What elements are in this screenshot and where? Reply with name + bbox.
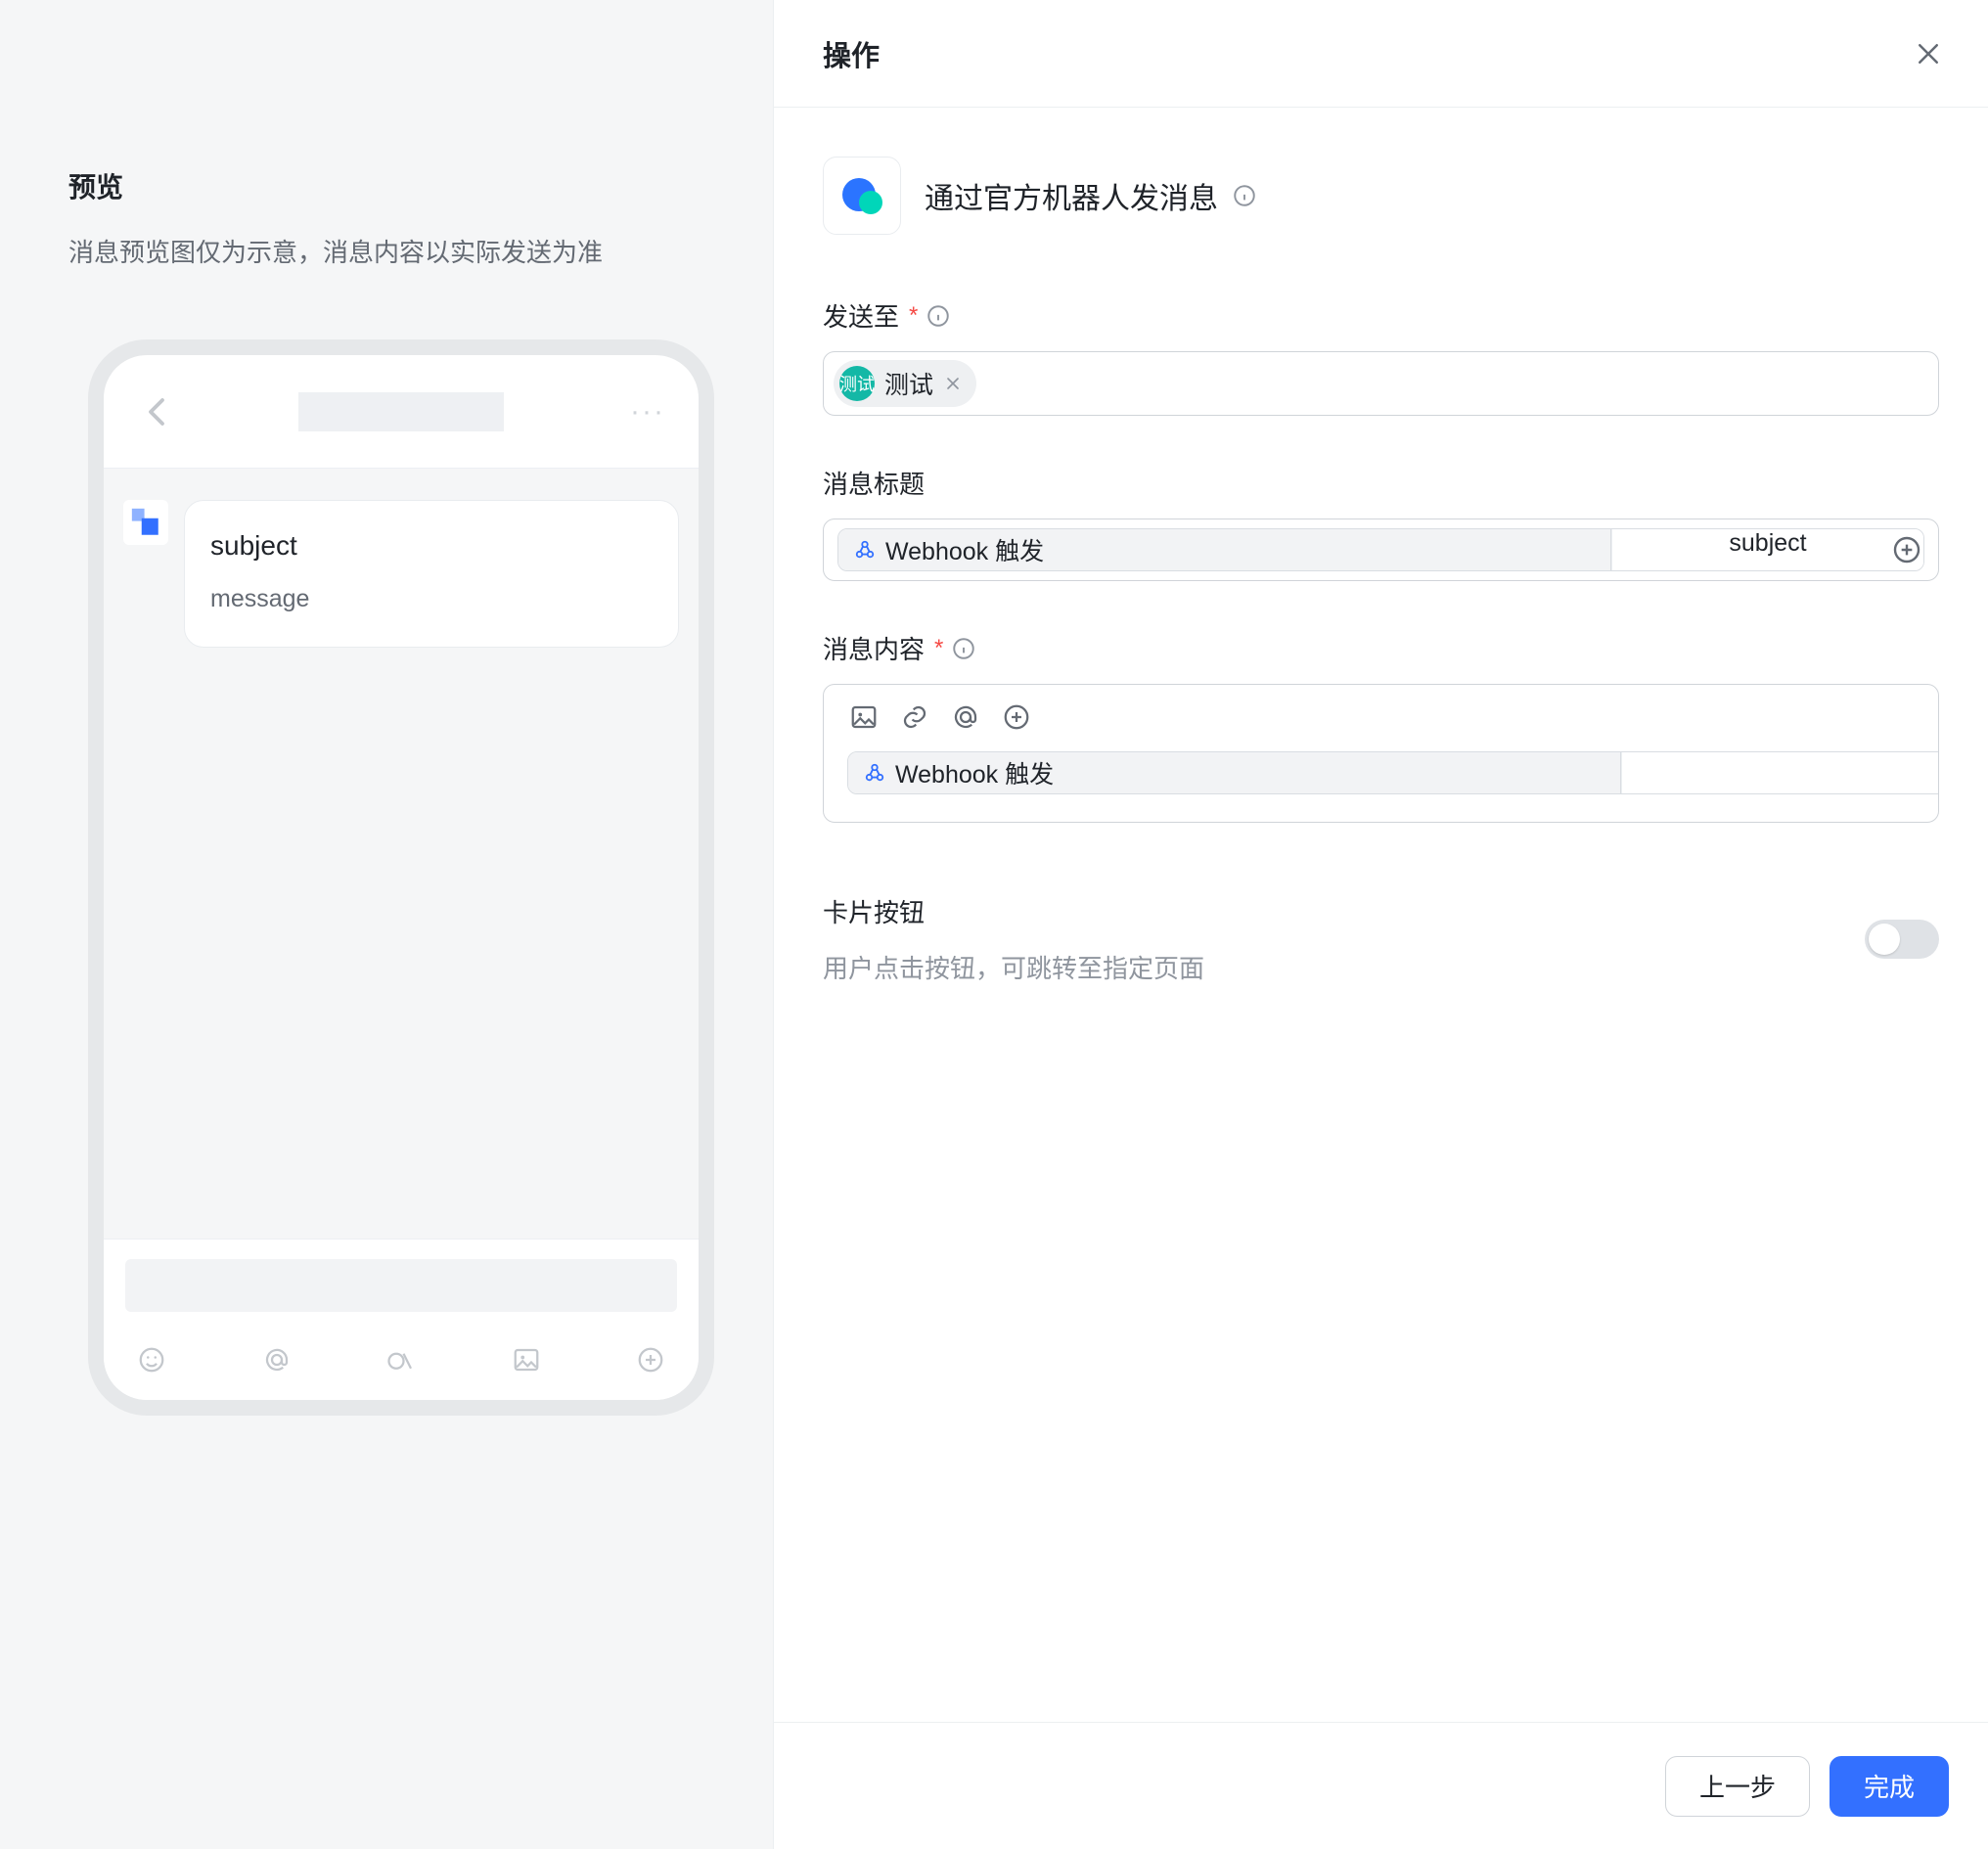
card-button-desc: 用户点击按钮，可跳转至指定页面 xyxy=(823,949,1204,985)
action-app-icon xyxy=(823,157,901,235)
send-to-label: 发送至 xyxy=(823,297,899,334)
preview-pane: 预览 消息预览图仅为示意，消息内容以实际发送为准 ··· xyxy=(0,0,773,1849)
variable-source: Webhook 触发 xyxy=(885,532,1044,567)
message-bubble: subject message xyxy=(184,500,679,648)
toolbar-insert-button[interactable] xyxy=(1000,700,1033,734)
info-icon[interactable] xyxy=(951,636,976,661)
action-title: 通过官方机器人发消息 xyxy=(925,174,1218,217)
preview-title: 预览 xyxy=(68,166,718,205)
bubble-body: message xyxy=(210,585,653,613)
message-content-label: 消息内容 xyxy=(823,630,925,666)
variable-key: subject xyxy=(1611,529,1923,570)
variable-pill[interactable]: Webhook 触发 subject xyxy=(837,528,1924,571)
emoji-icon xyxy=(137,1345,166,1375)
back-icon xyxy=(137,392,176,431)
info-icon[interactable] xyxy=(926,303,951,329)
chat-title-placeholder xyxy=(298,392,504,431)
voice-icon xyxy=(386,1345,416,1375)
toolbar-link-button[interactable] xyxy=(898,700,931,734)
close-button[interactable] xyxy=(1912,37,1945,70)
webhook-icon xyxy=(864,762,885,784)
more-icon: ··· xyxy=(626,395,665,428)
bubble-title: subject xyxy=(210,530,653,562)
recipient-name: 测试 xyxy=(884,366,933,401)
remove-tag-button[interactable] xyxy=(943,374,963,393)
variable-source: Webhook 触发 xyxy=(895,755,1054,790)
config-panel: 操作 通过官方机器人发消息 xyxy=(773,0,1988,1849)
message-title-input[interactable]: Webhook 触发 subject xyxy=(823,519,1939,581)
variable-key: message xyxy=(1621,752,1939,793)
send-to-input[interactable]: 测试 测试 xyxy=(823,351,1939,416)
toolbar-image-button[interactable] xyxy=(847,700,881,734)
card-button-toggle[interactable] xyxy=(1865,920,1939,959)
recipient-tag: 测试 测试 xyxy=(834,360,976,407)
panel-title: 操作 xyxy=(823,33,880,74)
preview-subtitle: 消息预览图仅为示意，消息内容以实际发送为准 xyxy=(68,233,718,269)
mention-icon xyxy=(262,1345,292,1375)
message-title-label: 消息标题 xyxy=(823,465,925,501)
info-icon[interactable] xyxy=(1232,183,1257,208)
message-content-input[interactable]: Webhook 触发 message xyxy=(823,684,1939,823)
add-variable-button[interactable] xyxy=(1891,534,1922,565)
toolbar-mention-button[interactable] xyxy=(949,700,982,734)
bot-avatar xyxy=(123,500,168,545)
required-marker: * xyxy=(934,635,943,662)
chat-input-placeholder xyxy=(125,1259,677,1312)
done-button[interactable]: 完成 xyxy=(1830,1756,1949,1817)
image-icon xyxy=(512,1345,541,1375)
recipient-avatar: 测试 xyxy=(839,366,875,401)
webhook-icon xyxy=(854,539,876,561)
card-button-label: 卡片按钮 xyxy=(823,893,1204,929)
plus-icon xyxy=(636,1345,665,1375)
required-marker: * xyxy=(909,302,918,330)
phone-mockup: ··· subject message xyxy=(88,339,714,1416)
variable-pill[interactable]: Webhook 触发 message xyxy=(847,751,1939,794)
prev-button[interactable]: 上一步 xyxy=(1665,1756,1810,1817)
